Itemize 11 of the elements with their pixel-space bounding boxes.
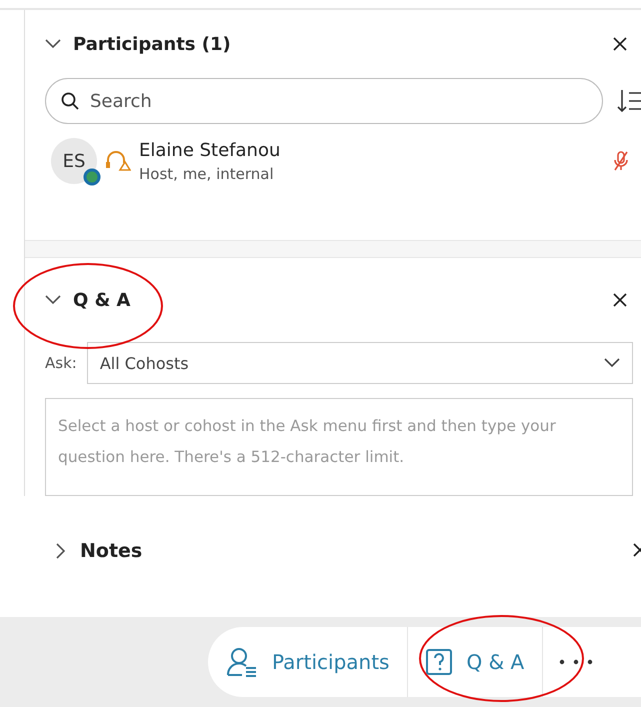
section-title: Q & A — [73, 290, 132, 310]
toolbar-button[interactable]: Participants — [208, 627, 408, 697]
search-field[interactable]: Search — [45, 78, 603, 124]
ask-label: Ask: — [45, 354, 77, 372]
toolbar-button[interactable]: Q & A — [408, 627, 542, 697]
participant-role: Host, me, internal — [139, 164, 275, 182]
ask-dropdown[interactable]: All Cohosts — [86, 342, 633, 384]
question-field[interactable]: Select a host or cohost in the Ask menu first and then type your question here. There's a 512-character limit. — [45, 398, 633, 496]
participant-name: Elaine Stefanou — [139, 140, 282, 160]
section-title: Notes — [80, 540, 144, 562]
section-title: Participants (1) — [73, 34, 232, 54]
